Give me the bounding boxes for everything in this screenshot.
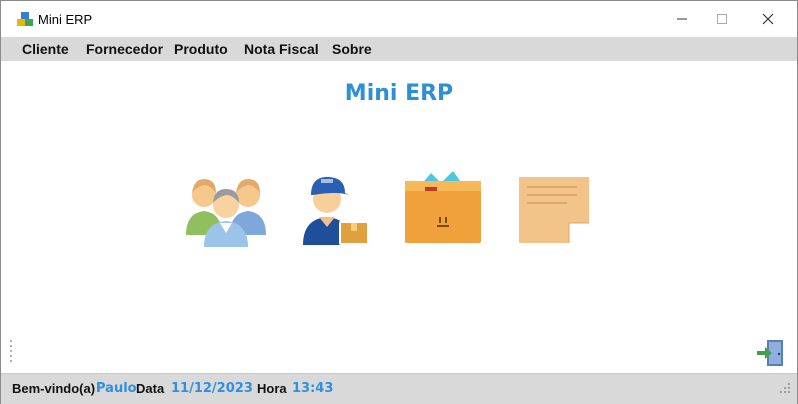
product-tile[interactable] — [401, 167, 485, 251]
app-icon — [17, 12, 33, 26]
maximize-icon — [717, 14, 727, 24]
date-value: 11/12/2023 — [171, 381, 253, 396]
product-box-icon — [405, 171, 481, 243]
menu-fornecedor[interactable]: Fornecedor — [86, 41, 163, 57]
title-bar[interactable]: Mini ERP — [1, 1, 797, 37]
main-content: Mini ERP — [1, 61, 797, 373]
exit-door-icon — [757, 340, 783, 366]
invoice-tile[interactable] — [513, 167, 597, 251]
drag-grip[interactable] — [9, 339, 13, 365]
menu-cliente[interactable]: Cliente — [22, 41, 69, 57]
window-title: Mini ERP — [38, 12, 93, 27]
customers-group-icon — [186, 179, 266, 247]
minimize-icon — [677, 18, 687, 20]
welcome-label: Bem-vindo(a) — [12, 381, 96, 396]
invoice-note-icon — [519, 177, 589, 243]
exit-button[interactable] — [755, 338, 785, 368]
date-label: Data — [136, 381, 165, 396]
maximize-button[interactable] — [699, 1, 745, 37]
main-window: Mini ERP Cliente Fornecedor Produto Nota… — [0, 0, 798, 404]
time-value: 13:43 — [292, 381, 334, 396]
menu-sobre[interactable]: Sobre — [332, 41, 372, 57]
page-title: Mini ERP — [344, 81, 454, 106]
menu-produto[interactable]: Produto — [174, 41, 228, 57]
user-name: Paulo — [96, 381, 137, 396]
menu-nota-fiscal[interactable]: Nota Fiscal — [244, 41, 319, 57]
status-bar: Bem-vindo(a) Paulo Data 11/12/2023 Hora … — [1, 373, 797, 404]
customers-tile[interactable] — [184, 167, 268, 251]
close-icon — [762, 13, 774, 25]
supplier-tile[interactable] — [297, 167, 381, 251]
close-button[interactable] — [745, 1, 791, 37]
time-label: Hora — [257, 381, 287, 396]
menu-bar: Cliente Fornecedor Produto Nota Fiscal S… — [1, 37, 797, 61]
resize-grip-icon[interactable] — [779, 380, 791, 394]
delivery-person-icon — [303, 177, 369, 245]
